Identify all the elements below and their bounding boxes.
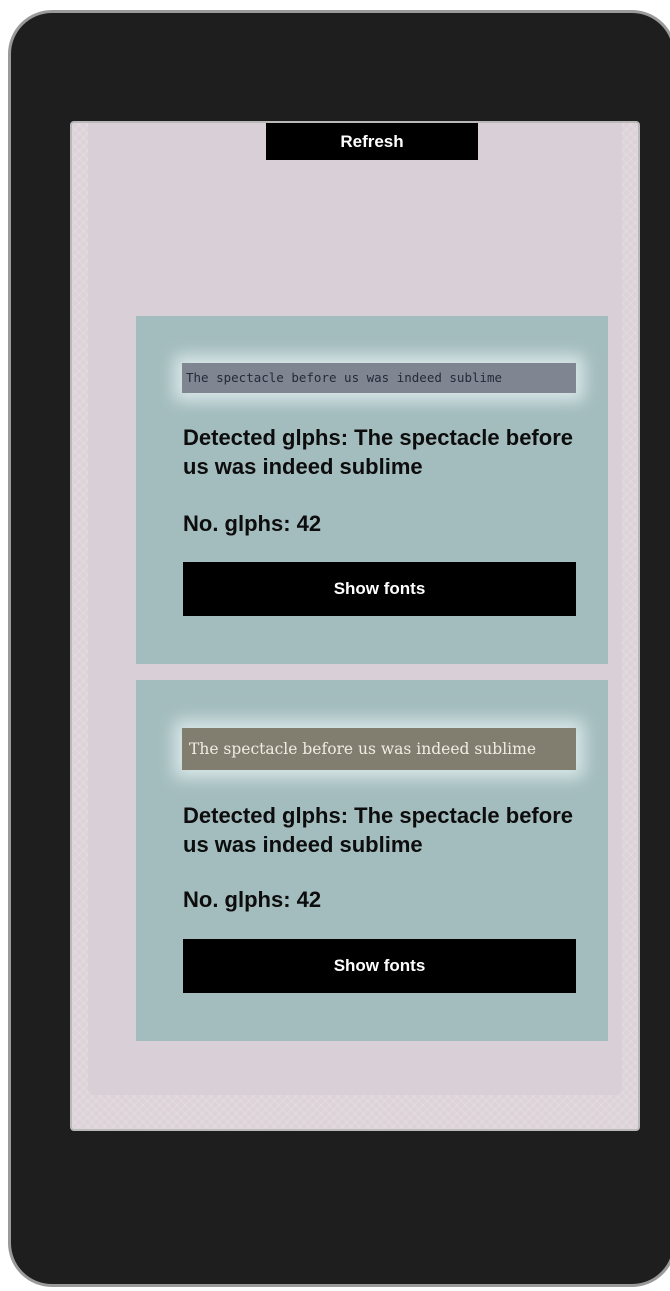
detected-glyphs-text: Detected glphs: The spectacle before us … bbox=[183, 425, 573, 479]
device-frame: Refresh The spectacle before us was inde… bbox=[8, 10, 670, 1287]
glyph-count-text: No. glphs: 42 bbox=[183, 887, 322, 912]
glyph-count-text: No. glphs: 42 bbox=[183, 511, 322, 536]
result-card: The spectacle before us was indeed subli… bbox=[136, 680, 608, 1041]
show-fonts-button[interactable]: Show fonts bbox=[183, 939, 576, 993]
glyph-sample-image: The spectacle before us was indeed subli… bbox=[182, 728, 576, 770]
glyph-sample-image: The spectacle before us was indeed subli… bbox=[182, 363, 576, 393]
detected-glyphs-text: Detected glphs: The spectacle before us … bbox=[183, 803, 573, 857]
app-screen: Refresh The spectacle before us was inde… bbox=[70, 121, 640, 1131]
refresh-button[interactable]: Refresh bbox=[266, 123, 478, 160]
show-fonts-button[interactable]: Show fonts bbox=[183, 562, 576, 616]
content-panel: Refresh The spectacle before us was inde… bbox=[88, 123, 622, 1095]
result-card: The spectacle before us was indeed subli… bbox=[136, 316, 608, 664]
